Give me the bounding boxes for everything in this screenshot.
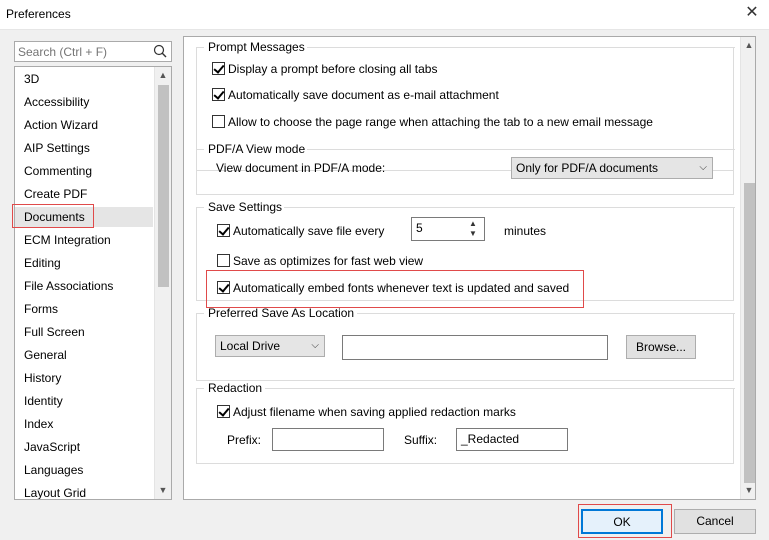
chevron-down-icon: ⌵ bbox=[311, 340, 319, 351]
group-title: Redaction bbox=[206, 381, 265, 395]
dropdown-value: Only for PDF/A documents bbox=[516, 161, 659, 175]
option-label: Automatically embed fonts whenever text … bbox=[233, 281, 570, 295]
scroll-down-icon[interactable]: ▼ bbox=[741, 482, 755, 499]
category-item-javascript[interactable]: JavaScript bbox=[24, 437, 80, 457]
category-item-general[interactable]: General bbox=[24, 345, 67, 365]
group-pdfa-view-mode: PDF/A View mode View document in PDF/A m… bbox=[196, 142, 735, 195]
browse-button[interactable]: Browse... bbox=[626, 335, 696, 359]
pdfa-mode-label: View document in PDF/A mode: bbox=[216, 161, 386, 175]
checkbox[interactable] bbox=[217, 224, 230, 237]
category-item-commenting[interactable]: Commenting bbox=[24, 161, 92, 181]
checkbox[interactable] bbox=[217, 254, 230, 267]
content-scrollbar[interactable]: ▲ ▼ bbox=[740, 37, 755, 499]
adjust-filename-option[interactable]: Adjust filename when saving applied reda… bbox=[217, 405, 516, 419]
suffix-input[interactable]: _Redacted bbox=[456, 428, 568, 451]
autosave-unit-label: minutes bbox=[504, 224, 547, 238]
prefix-label: Prefix: bbox=[227, 433, 262, 447]
option-label: Adjust filename when saving applied reda… bbox=[233, 405, 516, 419]
checkbox[interactable] bbox=[212, 88, 225, 101]
optimize-web-view-option[interactable]: Save as optimizes for fast web view bbox=[217, 254, 423, 268]
search-input[interactable] bbox=[15, 42, 145, 61]
category-item-file-associations[interactable]: File Associations bbox=[24, 276, 113, 296]
save-location-dropdown[interactable]: Local Drive ⌵ bbox=[215, 335, 325, 357]
checkbox[interactable] bbox=[212, 62, 225, 75]
save-location-path-input[interactable] bbox=[342, 335, 608, 360]
option-label: Display a prompt before closing all tabs bbox=[228, 62, 438, 76]
category-item-ecm-integration[interactable]: ECM Integration bbox=[24, 230, 111, 250]
group-title: Preferred Save As Location bbox=[206, 306, 357, 320]
pdfa-mode-dropdown[interactable]: Only for PDF/A documents ⌵ bbox=[511, 157, 713, 179]
scrollbar-thumb[interactable] bbox=[158, 85, 169, 287]
prefix-input[interactable] bbox=[272, 428, 384, 451]
category-item-3d[interactable]: 3D bbox=[24, 69, 39, 89]
prompt-page-range-option[interactable]: Allow to choose the page range when atta… bbox=[212, 115, 653, 129]
scroll-down-icon[interactable]: ▼ bbox=[155, 482, 171, 499]
checkbox[interactable] bbox=[217, 405, 230, 418]
title-bar: Preferences ✕ bbox=[0, 0, 769, 30]
input-value: 5 bbox=[416, 221, 423, 235]
category-item-index[interactable]: Index bbox=[24, 414, 53, 434]
prompt-email-attachment-option[interactable]: Automatically save document as e-mail at… bbox=[212, 88, 499, 102]
search-box[interactable] bbox=[14, 41, 172, 62]
category-list[interactable]: 3D Accessibility Action Wizard AIP Setti… bbox=[14, 66, 172, 500]
category-item-action-wizard[interactable]: Action Wizard bbox=[24, 115, 98, 135]
dropdown-value: Local Drive bbox=[220, 339, 281, 353]
ok-button[interactable]: OK bbox=[581, 509, 663, 534]
category-item-accessibility[interactable]: Accessibility bbox=[24, 92, 89, 112]
option-label: Save as optimizes for fast web view bbox=[233, 254, 424, 268]
checkbox[interactable] bbox=[217, 281, 230, 294]
scroll-up-icon[interactable]: ▲ bbox=[741, 37, 755, 54]
category-item-documents[interactable]: Documents bbox=[15, 207, 153, 227]
category-item-identity[interactable]: Identity bbox=[24, 391, 63, 411]
category-scrollbar[interactable]: ▲ ▼ bbox=[154, 67, 171, 499]
autosave-option[interactable]: Automatically save file every bbox=[217, 224, 384, 238]
autosave-interval-input[interactable]: 5 ▲ ▼ bbox=[411, 217, 485, 241]
scroll-up-icon[interactable]: ▲ bbox=[155, 67, 171, 84]
group-save-settings: Save Settings Automatically save file ev… bbox=[196, 200, 735, 301]
category-item-aip-settings[interactable]: AIP Settings bbox=[24, 138, 90, 158]
category-item-languages[interactable]: Languages bbox=[24, 460, 83, 480]
window-title: Preferences bbox=[6, 7, 71, 21]
spin-up-icon[interactable]: ▲ bbox=[465, 219, 481, 229]
close-icon[interactable]: ✕ bbox=[743, 4, 761, 22]
group-title: PDF/A View mode bbox=[206, 142, 308, 156]
category-item-create-pdf[interactable]: Create PDF bbox=[24, 184, 87, 204]
category-item-full-screen[interactable]: Full Screen bbox=[24, 322, 85, 342]
category-item-editing[interactable]: Editing bbox=[24, 253, 61, 273]
cancel-button[interactable]: Cancel bbox=[674, 509, 756, 534]
group-title: Save Settings bbox=[206, 200, 285, 214]
embed-fonts-option[interactable]: Automatically embed fonts whenever text … bbox=[217, 281, 569, 295]
group-save-location: Preferred Save As Location Local Drive ⌵… bbox=[196, 306, 735, 381]
chevron-down-icon: ⌵ bbox=[699, 162, 707, 173]
checkbox[interactable] bbox=[212, 115, 225, 128]
category-item-history[interactable]: History bbox=[24, 368, 61, 388]
option-label: Automatically save document as e-mail at… bbox=[228, 88, 499, 102]
option-label: Automatically save file every bbox=[233, 224, 385, 238]
spin-down-icon[interactable]: ▼ bbox=[465, 229, 481, 239]
category-item-layout-grid[interactable]: Layout Grid bbox=[24, 483, 86, 499]
input-value: _Redacted bbox=[461, 432, 520, 446]
prompt-close-tabs-option[interactable]: Display a prompt before closing all tabs bbox=[212, 62, 437, 76]
scrollbar-thumb[interactable] bbox=[744, 183, 755, 483]
category-item-forms[interactable]: Forms bbox=[24, 299, 58, 319]
option-label: Allow to choose the page range when atta… bbox=[228, 115, 653, 129]
suffix-label: Suffix: bbox=[404, 433, 438, 447]
search-icon[interactable] bbox=[153, 44, 167, 58]
group-redaction: Redaction Adjust filename when saving ap… bbox=[196, 381, 735, 464]
group-title: Prompt Messages bbox=[206, 40, 307, 54]
preferences-content: Prompt Messages Display a prompt before … bbox=[183, 36, 756, 500]
